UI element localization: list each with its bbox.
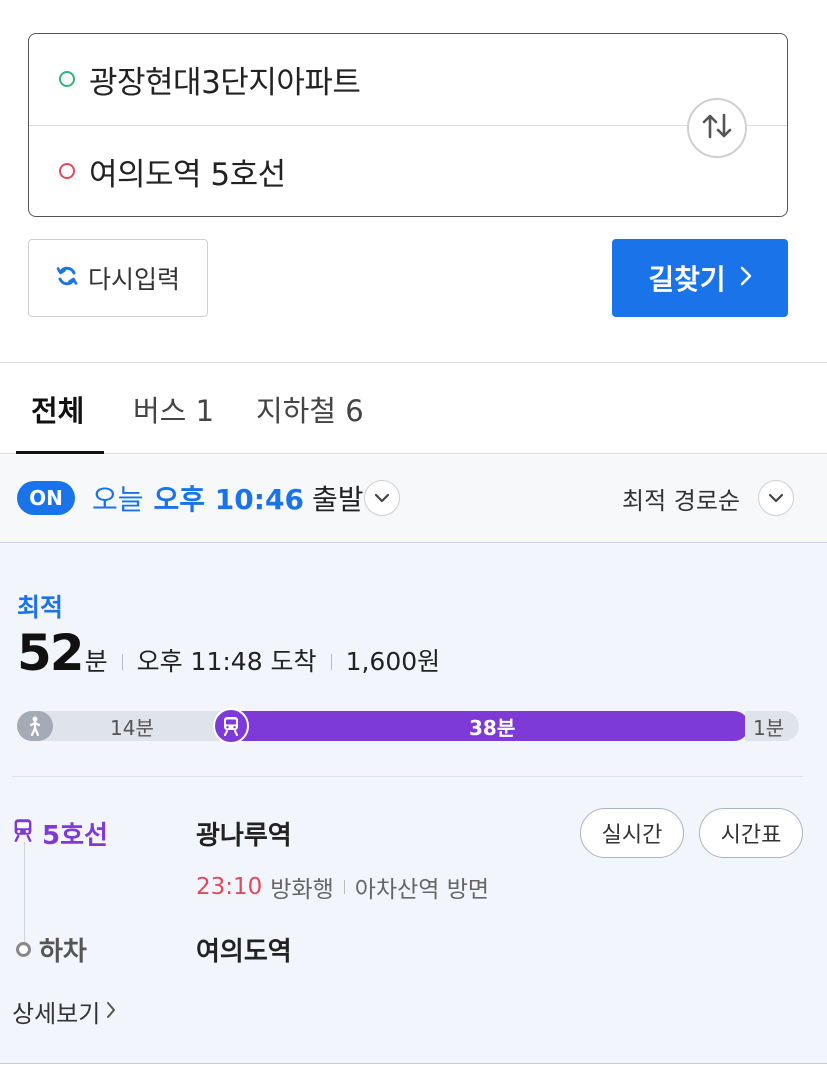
subway-line-name: 5호선 (42, 820, 108, 851)
chevron-right-icon (106, 997, 116, 1025)
arrival-time: 오후 11:48 도착 (136, 647, 317, 676)
detail-link[interactable]: 상세보기 (12, 992, 116, 1030)
next-train-info: 23:10 방화행 아차산역 방면 (196, 869, 489, 905)
duration-value: 52 (17, 624, 85, 682)
reset-button[interactable]: 다시입력 (28, 239, 208, 317)
next-station: 아차산역 방면 (354, 877, 490, 903)
route-type-tabs: 전체 버스 1 지하철 6 (0, 363, 827, 454)
boarding-station[interactable]: 광나루역 (196, 814, 292, 852)
departure-time-dropdown[interactable] (364, 480, 400, 516)
departure-suffix: 출발 (311, 483, 364, 516)
swap-button[interactable] (687, 98, 747, 158)
tab-all[interactable]: 전체 (31, 363, 84, 454)
walk-duration: 14분 (110, 715, 154, 740)
refresh-icon (56, 265, 78, 291)
separator (343, 880, 345, 894)
active-tab-indicator (16, 451, 104, 454)
alight-step: 하차 (16, 930, 87, 968)
route-timeline-bar: 14분 38분 1분 (17, 708, 799, 744)
timetable-button[interactable]: 시간표 (699, 808, 803, 858)
alight-dot-icon (16, 941, 31, 957)
destination-text: 여의도역 5호선 (89, 156, 286, 193)
find-route-label: 길찾기 (648, 263, 726, 296)
next-train-time: 23:10 (196, 874, 263, 900)
sort-dropdown[interactable] (758, 480, 794, 516)
card-divider (12, 776, 803, 777)
subway-icon (12, 818, 34, 849)
sort-label[interactable]: 최적 경로순 (622, 475, 740, 521)
departure-time-selector[interactable]: 오늘 오후 10:46 출발 (92, 475, 363, 521)
alight-label: 하차 (39, 936, 87, 967)
departure-time-bar: ON 오늘 오후 10:46 출발 최적 경로순 (0, 455, 827, 543)
route-card[interactable]: 최적 52 분 오후 11:48 도착 1,600원 14분 38분 1분 5호… (0, 544, 827, 1064)
chevron-down-icon (374, 493, 390, 503)
destination-dot-icon (59, 163, 75, 179)
origin-field[interactable]: 광장현대3단지아파트 (29, 34, 787, 124)
departure-day: 오늘 (92, 483, 144, 516)
reset-label: 다시입력 (87, 265, 180, 294)
route-summary: 52 분 오후 11:48 도착 1,600원 (17, 624, 440, 684)
tab-subway[interactable]: 지하철 6 (256, 363, 364, 454)
walk-icon (17, 711, 53, 741)
train-direction: 방화행 (270, 877, 334, 903)
realtime-toggle[interactable]: ON (17, 481, 75, 515)
subway-icon (213, 708, 249, 744)
find-route-button[interactable]: 길찾기 (612, 239, 788, 317)
chevron-right-icon (740, 266, 752, 290)
departure-time: 오후 10:46 (153, 483, 304, 516)
tab-bus[interactable]: 버스 1 (133, 363, 214, 454)
realtime-button[interactable]: 실시간 (580, 808, 684, 858)
final-walk-duration: 1분 (753, 715, 785, 740)
separator (330, 654, 332, 670)
subway-line-label: 5호선 (12, 814, 108, 852)
route-search-box: 광장현대3단지아파트 여의도역 5호선 (28, 33, 788, 217)
fare: 1,600원 (345, 647, 441, 676)
chevron-down-icon (768, 493, 784, 503)
destination-field[interactable]: 여의도역 5호선 (29, 126, 787, 216)
swap-vertical-icon (700, 111, 734, 145)
alight-station[interactable]: 여의도역 (196, 930, 292, 968)
origin-dot-icon (59, 71, 75, 87)
detail-label: 상세보기 (12, 999, 101, 1028)
origin-text: 광장현대3단지아파트 (89, 64, 361, 101)
duration-unit: 분 (84, 647, 108, 676)
separator (121, 654, 123, 670)
best-route-badge: 최적 (17, 593, 64, 622)
subway-duration: 38분 (469, 715, 516, 740)
step-connector (24, 842, 25, 942)
